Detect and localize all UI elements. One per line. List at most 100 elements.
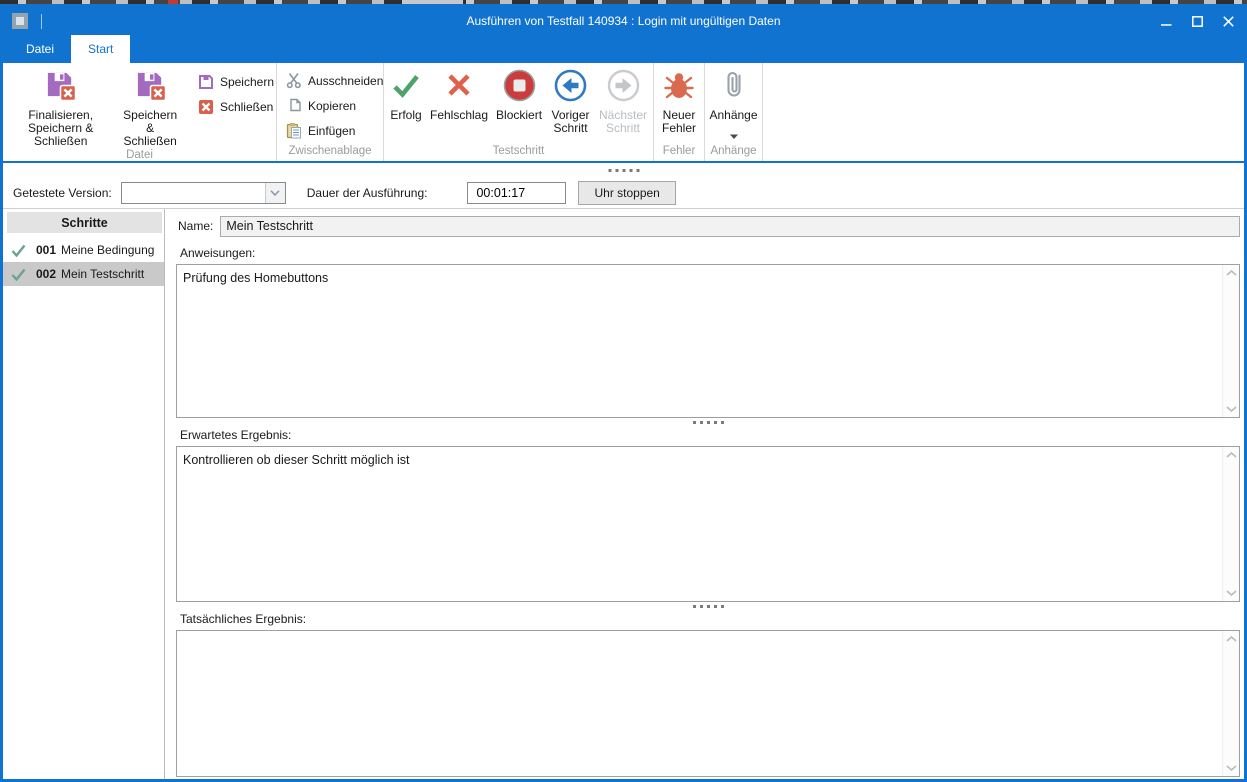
close-file-button[interactable]: Schließen: [197, 97, 274, 116]
ribbon-group-fehler: Neuer Fehler Fehler: [654, 63, 705, 161]
next-step-label: Nächster Schritt: [599, 109, 647, 135]
tested-version-combobox[interactable]: [121, 182, 286, 204]
minimize-icon: [1161, 16, 1172, 27]
ribbon-group-datei: Finalisieren, Speichern & Schließen Spei…: [3, 63, 277, 161]
fail-button[interactable]: Fehlschlag: [426, 63, 492, 122]
copy-label: Kopieren: [308, 99, 356, 113]
ribbon-group-zwischenablage: Ausschneiden Kopieren Einfügen: [277, 63, 384, 161]
scroll-down-icon: [1226, 590, 1237, 596]
expected-result-textarea[interactable]: Kontrollieren ob dieser Schritt möglich …: [177, 447, 1239, 601]
step-detail-panel: Name: Anweisungen: Prüfung des Homebutto…: [165, 209, 1244, 779]
ribbon: Finalisieren, Speichern & Schließen Spei…: [3, 63, 1244, 163]
tested-version-dropdown-button[interactable]: [265, 183, 285, 203]
tested-version-input[interactable]: [122, 183, 265, 203]
paste-icon: [285, 122, 303, 140]
bug-icon: [663, 69, 695, 101]
save-close-label: Speichern & Schließen: [120, 109, 180, 148]
blocked-stop-icon: [503, 69, 536, 101]
duration-label: Dauer der Ausführung:: [307, 186, 428, 200]
save-button[interactable]: Speichern: [197, 72, 274, 91]
scroll-up-icon: [1226, 636, 1237, 642]
attachments-button[interactable]: Anhänge: [705, 63, 761, 142]
group-label-anhaenge: Anhänge: [707, 144, 760, 161]
previous-step-button[interactable]: Voriger Schritt: [546, 63, 595, 135]
actual-result-scrollbar[interactable]: [1222, 631, 1239, 776]
paste-label: Einfügen: [308, 124, 355, 138]
ribbon-group-anhaenge: Anhänge Anhänge: [705, 63, 763, 161]
steps-header: Schritte: [7, 212, 162, 233]
duration-input[interactable]: [467, 182, 566, 204]
window-title: Ausführen von Testfall 140934 : Login mi…: [123, 14, 1124, 28]
success-label: Erfolg: [390, 109, 421, 122]
actual-result-label: Tatsächliches Ergebnis:: [180, 612, 1240, 626]
instructions-splitter-handle[interactable]: [176, 421, 1240, 424]
name-input[interactable]: [220, 216, 1240, 237]
close-file-label: Schließen: [220, 100, 273, 114]
blocked-button[interactable]: Blockiert: [492, 63, 546, 122]
testcase-execution-window: Ausführen von Testfall 140934 : Login mi…: [0, 4, 1247, 782]
blocked-label: Blockiert: [496, 109, 542, 122]
step-number: 001: [36, 243, 56, 257]
tested-version-label: Getestete Version:: [13, 186, 112, 200]
maximize-icon: [1192, 16, 1203, 27]
success-check-icon: [390, 69, 422, 101]
save-icon: [197, 73, 215, 91]
maximize-button[interactable]: [1182, 7, 1213, 35]
ribbon-group-testschritt: Erfolg Fehlschlag Blockiert: [384, 63, 654, 161]
tab-start[interactable]: Start: [71, 35, 130, 63]
finalize-save-close-button[interactable]: Finalisieren, Speichern & Schließen: [5, 63, 116, 148]
step-passed-icon: [11, 268, 26, 281]
next-step-icon: [607, 69, 640, 101]
finalize-save-close-label: Finalisieren, Speichern & Schließen: [9, 109, 112, 148]
expected-result-label: Erwartetes Ergebnis:: [180, 428, 1240, 442]
expected-result-scrollbar[interactable]: [1222, 447, 1239, 601]
save-label: Speichern: [220, 75, 274, 89]
instructions-textarea[interactable]: Prüfung des Homebuttons: [177, 265, 1239, 417]
stop-clock-button[interactable]: Uhr stoppen: [578, 181, 675, 205]
save-close-icon: [44, 69, 77, 101]
step-label: Meine Bedingung: [61, 243, 154, 257]
cut-label: Ausschneiden: [308, 74, 383, 88]
attachments-dropdown-icon: [730, 129, 738, 142]
tab-datei[interactable]: Datei: [9, 35, 71, 63]
copy-button[interactable]: Kopieren: [285, 96, 383, 115]
actual-result-textarea[interactable]: [177, 631, 1239, 776]
step-item-002[interactable]: 002 Mein Testschritt: [3, 262, 164, 286]
step-number: 002: [36, 267, 56, 281]
execution-toolbar: Getestete Version: Dauer der Ausführung:…: [3, 163, 1244, 209]
group-label-datei: Datei: [5, 148, 274, 163]
instructions-field: Prüfung des Homebuttons: [176, 264, 1240, 418]
new-error-label: Neuer Fehler: [660, 109, 698, 135]
attachments-label: Anhänge: [709, 109, 757, 122]
instructions-scrollbar[interactable]: [1222, 265, 1239, 417]
app-icon[interactable]: [12, 13, 28, 29]
steps-sidebar: Schritte 001 Meine Bedingung 002 Mein Te…: [3, 209, 165, 779]
fail-x-icon: [443, 69, 475, 101]
ribbon-splitter-handle[interactable]: [608, 169, 639, 172]
expected-result-splitter-handle[interactable]: [176, 605, 1240, 608]
quick-access-separator: [41, 14, 42, 29]
scissors-icon: [285, 72, 303, 90]
success-button[interactable]: Erfolg: [386, 63, 426, 122]
content-area: Schritte 001 Meine Bedingung 002 Mein Te…: [3, 209, 1244, 779]
previous-step-label: Voriger Schritt: [550, 109, 591, 135]
close-button[interactable]: [1213, 7, 1244, 35]
scroll-down-icon: [1226, 765, 1237, 771]
expected-result-field: Kontrollieren ob dieser Schritt möglich …: [176, 446, 1240, 602]
save-close-button[interactable]: Speichern & Schließen: [116, 63, 184, 148]
step-item-001[interactable]: 001 Meine Bedingung: [3, 238, 164, 262]
paste-button[interactable]: Einfügen: [285, 121, 383, 140]
copy-icon: [285, 97, 303, 115]
paperclip-icon: [718, 69, 750, 101]
actual-result-field: [176, 630, 1240, 777]
instructions-label: Anweisungen:: [180, 246, 1240, 260]
save-close-icon: [134, 69, 167, 101]
titlebar: Ausführen von Testfall 140934 : Login mi…: [3, 7, 1244, 35]
new-error-button[interactable]: Neuer Fehler: [656, 63, 702, 135]
minimize-button[interactable]: [1151, 7, 1182, 35]
next-step-button[interactable]: Nächster Schritt: [595, 63, 651, 135]
cut-button[interactable]: Ausschneiden: [285, 71, 383, 90]
close-icon: [1223, 16, 1234, 27]
scroll-up-icon: [1226, 270, 1237, 276]
previous-step-icon: [554, 69, 587, 101]
